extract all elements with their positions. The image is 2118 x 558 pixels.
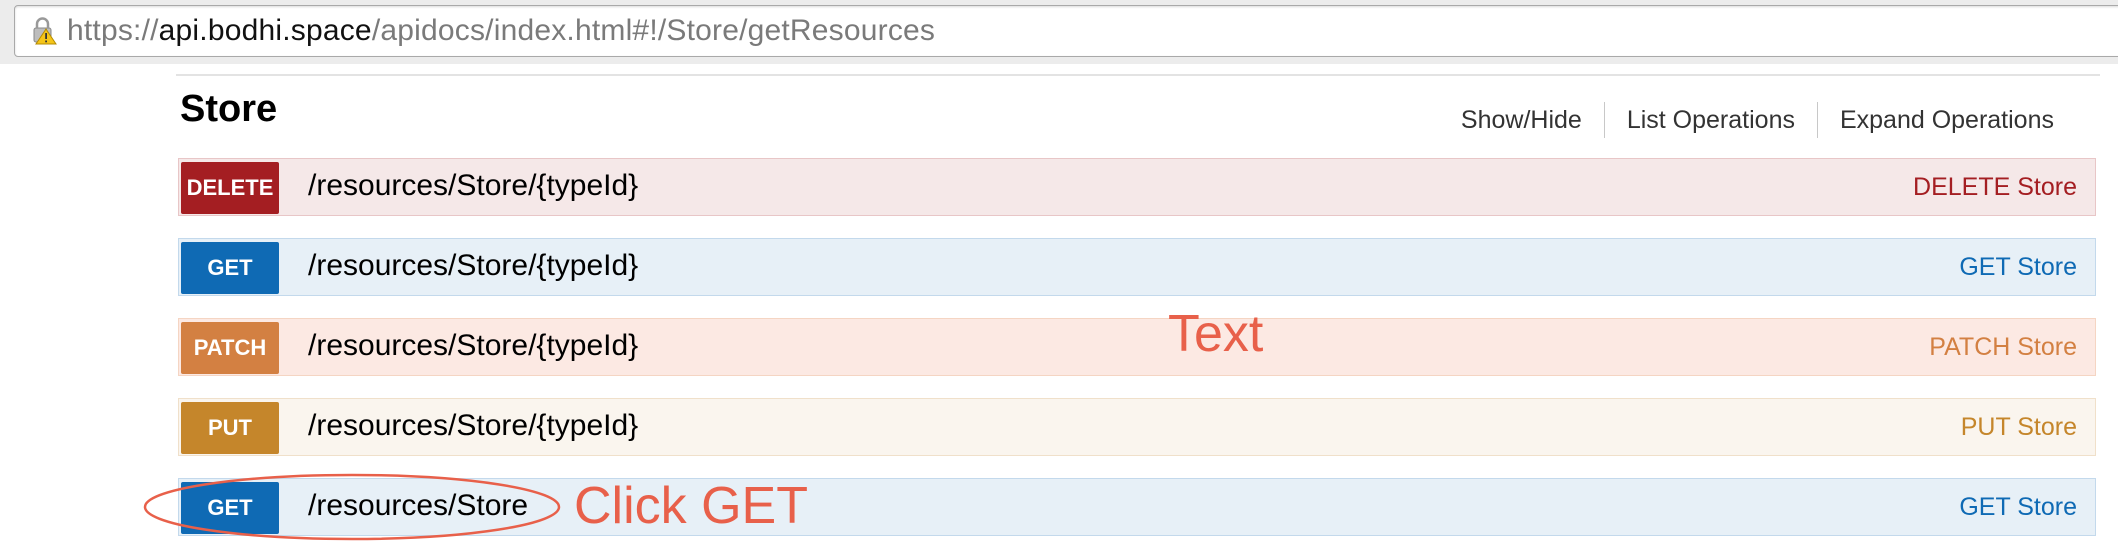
- operation-path[interactable]: /resources/Store/{typeId}: [308, 247, 638, 285]
- method-badge-get[interactable]: GET: [181, 242, 279, 294]
- operation-row-delete-store[interactable]: DELETE /resources/Store/{typeId} DELETE …: [178, 158, 2096, 216]
- url-host: api.bodhi.space: [158, 14, 372, 47]
- operation-row-get-store-by-type[interactable]: GET /resources/Store/{typeId} GET Store: [178, 238, 2096, 296]
- operation-summary[interactable]: GET Store: [1959, 492, 2077, 522]
- expand-operations-link[interactable]: Expand Operations: [1818, 104, 2076, 136]
- divider: [176, 74, 2100, 76]
- list-operations-link[interactable]: List Operations: [1605, 104, 1817, 136]
- operation-summary[interactable]: GET Store: [1959, 252, 2077, 282]
- annotation-ellipse: [143, 473, 561, 541]
- url-path: /apidocs/index.html#!/Store/getResources: [371, 14, 936, 47]
- browser-toolbar: https://api.bodhi.space/apidocs/index.ht…: [0, 0, 2118, 64]
- operation-summary[interactable]: PATCH Store: [1929, 332, 2077, 362]
- operation-path[interactable]: /resources/Store/{typeId}: [308, 327, 638, 365]
- operation-path[interactable]: /resources/Store/{typeId}: [308, 167, 638, 205]
- annotation-click-get: Click GET: [574, 477, 808, 535]
- annotation-text-label: Text: [1168, 305, 1264, 363]
- method-badge-delete[interactable]: DELETE: [181, 162, 279, 214]
- warning-lock-icon: [33, 17, 57, 45]
- operation-row-put-store[interactable]: PUT /resources/Store/{typeId} PUT Store: [178, 398, 2096, 456]
- operation-summary[interactable]: DELETE Store: [1913, 172, 2077, 202]
- operation-path[interactable]: /resources/Store/{typeId}: [308, 407, 638, 445]
- operation-row-patch-store[interactable]: PATCH /resources/Store/{typeId} PATCH St…: [178, 318, 2096, 376]
- url-scheme: https://: [67, 14, 159, 47]
- method-badge-patch[interactable]: PATCH: [181, 322, 279, 374]
- method-badge-put[interactable]: PUT: [181, 402, 279, 454]
- operation-summary[interactable]: PUT Store: [1961, 412, 2077, 442]
- section-title[interactable]: Store: [180, 88, 277, 131]
- section-header-links: Show/Hide List Operations Expand Operati…: [1439, 102, 2076, 138]
- address-bar[interactable]: https://api.bodhi.space/apidocs/index.ht…: [14, 5, 2118, 57]
- show-hide-link[interactable]: Show/Hide: [1439, 104, 1604, 136]
- url-text: https://api.bodhi.space/apidocs/index.ht…: [67, 14, 935, 48]
